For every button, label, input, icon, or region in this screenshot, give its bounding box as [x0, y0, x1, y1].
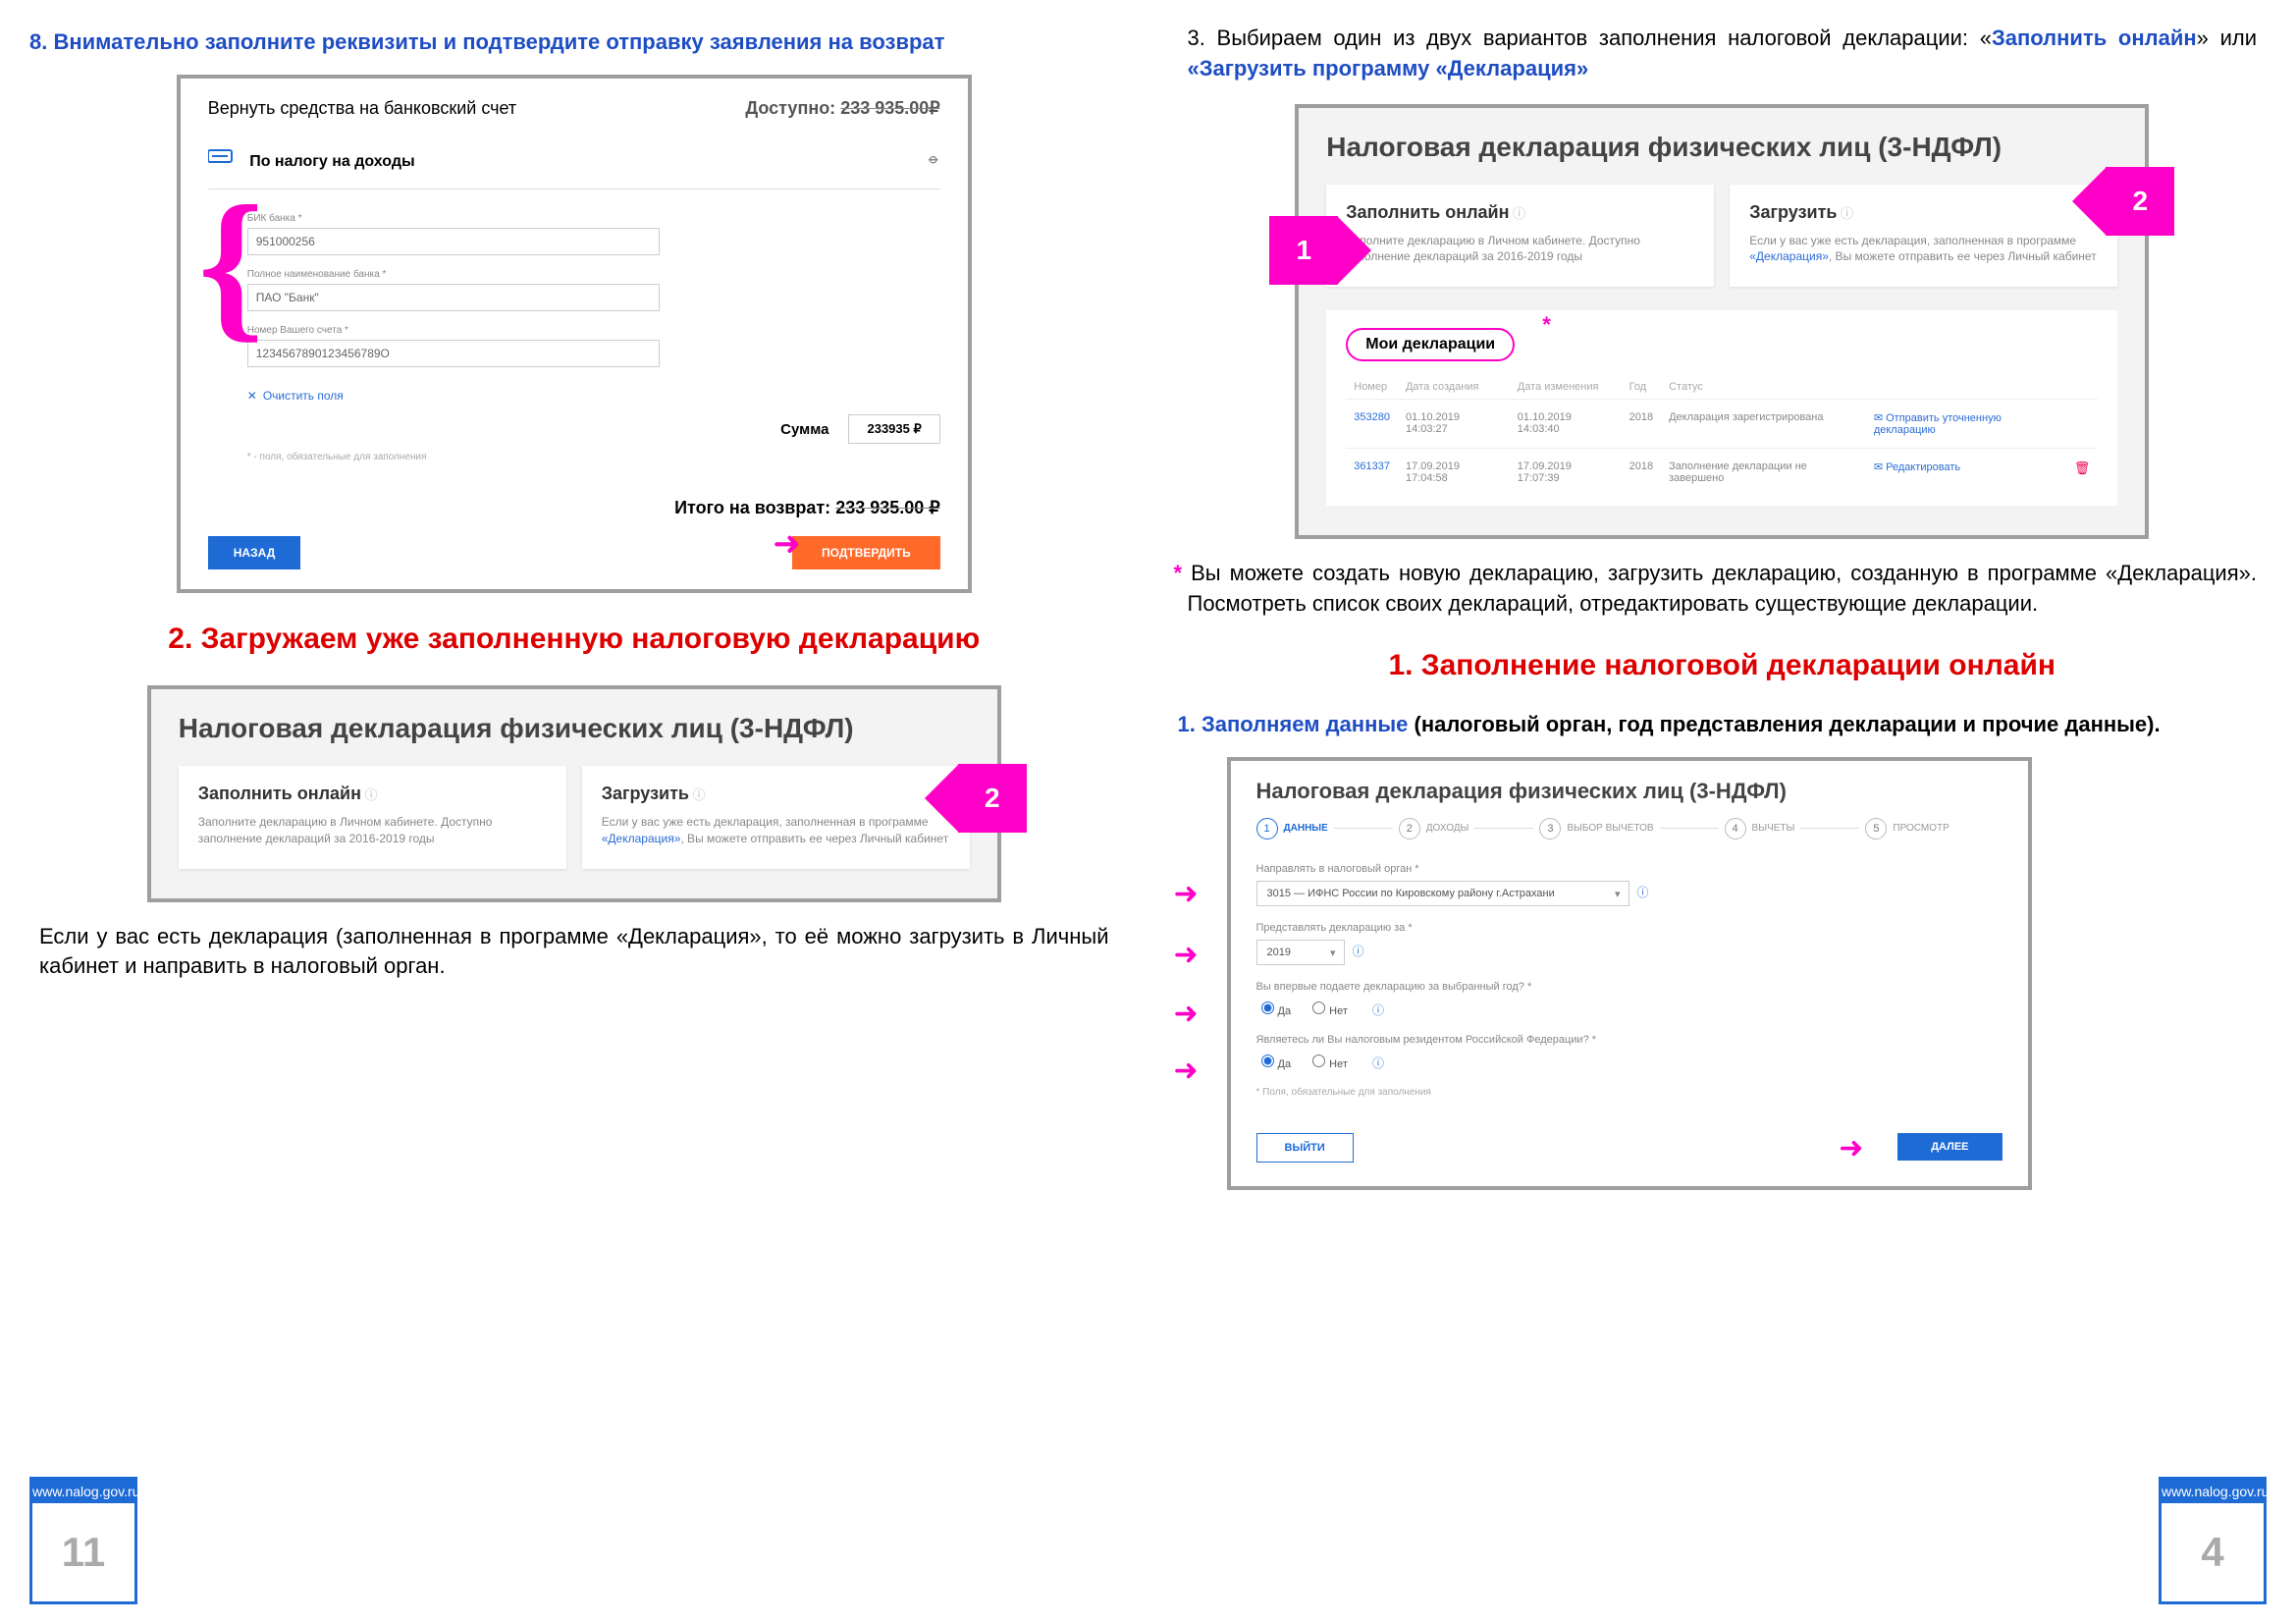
- total-value: 233 935.00 ₽: [835, 498, 940, 517]
- sub-step1: 1. Заполняем данные (налоговый орган, го…: [1178, 712, 2268, 737]
- arrow-icon: ➜: [1174, 877, 1199, 911]
- arrow-icon: ➜: [1174, 997, 1199, 1031]
- radio-yes-2[interactable]: [1261, 1055, 1274, 1067]
- sum-value: 233935 ₽: [848, 414, 939, 444]
- wizard-steps: 1ДАННЫЕ 2ДОХОДЫ 3ВЫБОР ВЫЧЕТОВ 4ВЫЧЕТЫ 5…: [1256, 818, 2002, 839]
- my-declarations-title: Мои декларации: [1346, 328, 1515, 361]
- card-upload-title-r: Загрузить: [1749, 202, 2098, 223]
- confirm-button[interactable]: ПОДТВЕРДИТЬ: [792, 536, 940, 569]
- section1-title: 1. Заполнение налоговой декларации онлай…: [1178, 649, 2268, 682]
- card-online-text: Заполните декларацию в Личном кабинете. …: [198, 814, 547, 847]
- mail-icon[interactable]: ✉: [1874, 461, 1886, 473]
- arrow-icon: ➜: [1174, 938, 1199, 972]
- collapse-icon[interactable]: ⦵: [927, 150, 939, 168]
- radio-no-2[interactable]: [1312, 1055, 1325, 1067]
- card-fill-online[interactable]: Заполнить онлайн Заполните декларацию в …: [179, 766, 566, 869]
- decl-title-r: Налоговая декларация физических лиц (3-Н…: [1326, 132, 2117, 163]
- arrow-icon: ➜: [1174, 1054, 1199, 1088]
- acct-input[interactable]: 1234567890123456789О: [247, 340, 660, 367]
- table-row[interactable]: 361337 17.09.2019 17:04:58 17.09.2019 17…: [1346, 449, 2098, 497]
- marker-2-right: 2: [2106, 167, 2174, 236]
- link-download-program: «Загрузить программу «Декларация»: [1188, 56, 1589, 81]
- decl-title: Налоговая декларация физических лиц (3-Н…: [179, 713, 970, 744]
- card-upload[interactable]: Загрузить Если у вас уже есть декларация…: [582, 766, 970, 869]
- right-page: 3. Выбираем один из двух вариантов запол…: [1178, 20, 2268, 1604]
- delete-icon[interactable]: [2066, 400, 2099, 449]
- marker-1: 1: [1269, 216, 1338, 285]
- marker-2-left: 2: [958, 764, 1027, 833]
- bank-input[interactable]: ПАО "Банк": [247, 284, 660, 311]
- wiz-l1: Направлять в налоговый орган *: [1256, 863, 2002, 875]
- card-fill-online-r[interactable]: Заполнить онлайн Заполните декларацию в …: [1326, 185, 1714, 288]
- available-label: Доступно:: [745, 98, 835, 118]
- back-button[interactable]: НАЗАД: [208, 536, 301, 569]
- page-badge-left: www.nalog.gov.ru 11: [29, 1477, 137, 1604]
- mail-icon[interactable]: ✉: [1874, 412, 1886, 424]
- card-upload-r[interactable]: Загрузить Если у вас уже есть декларация…: [1730, 185, 2117, 288]
- link-fill-online: Заполнить онлайн: [1992, 26, 2197, 50]
- table-header-row: НомерДата созданияДата измененияГодСтату…: [1346, 375, 2098, 400]
- wiz-l3: Вы впервые подаете декларацию за выбранн…: [1256, 981, 2002, 993]
- next-button[interactable]: ДАЛЕЕ: [1897, 1133, 2002, 1161]
- total-label: Итого на возврат:: [674, 498, 830, 517]
- highlight-arrow-icon: ➜: [773, 524, 801, 564]
- bank-return-panel: Вернуть средства на банковский счет Дост…: [177, 75, 972, 593]
- resident-radio[interactable]: Да Нет ⓘ: [1256, 1052, 2002, 1071]
- wiz-required-note: * Поля, обязательные для заполнения: [1256, 1087, 2002, 1098]
- info-icon[interactable]: ⓘ: [1372, 1056, 1384, 1070]
- badge-site: www.nalog.gov.ru: [32, 1480, 134, 1503]
- para-upload-info: Если у вас есть декларация (заполненная …: [39, 922, 1109, 983]
- declarations-table: НомерДата созданияДата измененияГодСтату…: [1346, 375, 2098, 496]
- card-upload-text-r: Если у вас уже есть декларация, заполнен…: [1749, 233, 2098, 266]
- declaration-panel-right: Налоговая декларация физических лиц (3-Н…: [1295, 104, 2149, 540]
- wiz-l2: Представлять декларацию за *: [1256, 922, 2002, 934]
- wiz-l4: Являетесь ли Вы налоговым резидентом Рос…: [1256, 1034, 2002, 1046]
- page-badge-right: www.nalog.gov.ru 4: [2159, 1477, 2267, 1604]
- bik-label: БИК банка *: [247, 213, 940, 224]
- star-ref: *: [1174, 561, 1183, 585]
- highlight-bracket: {: [198, 189, 264, 340]
- wiz-title: Налоговая декларация физических лиц (3-Н…: [1256, 779, 2002, 804]
- table-row[interactable]: 353280 01.10.2019 14:03:27 01.10.2019 14…: [1346, 400, 2098, 449]
- arrow-icon: ➜: [1839, 1131, 1863, 1165]
- radio-yes[interactable]: [1261, 1001, 1274, 1014]
- badge-num: 11: [32, 1503, 134, 1601]
- bik-input[interactable]: 951000256: [247, 228, 660, 255]
- card-upload-text: Если у вас уже есть декларация, заполнен…: [602, 814, 950, 847]
- year-select[interactable]: 2019: [1256, 940, 1345, 965]
- note-para: * Вы можете создать новую декларацию, за…: [1188, 559, 2258, 620]
- card-online-text-r: Заполните декларацию в Личном кабинете. …: [1346, 233, 1694, 266]
- tax-icon: [208, 146, 236, 166]
- info-icon[interactable]: ⓘ: [1353, 945, 1364, 958]
- left-page: 8. Внимательно заполните реквизиты и под…: [29, 20, 1119, 1604]
- declaration-panel-left: Налоговая декларация физических лиц (3-Н…: [147, 685, 1001, 902]
- available-value: 233 935.00₽: [840, 98, 940, 118]
- badge-site-r: www.nalog.gov.ru: [2162, 1480, 2264, 1503]
- info-icon[interactable]: ⓘ: [1637, 886, 1649, 899]
- clear-fields-link[interactable]: Очистить поля: [247, 389, 344, 403]
- tax-office-select[interactable]: 3015 — ИФНС России по Кировскому району …: [1256, 881, 1629, 906]
- wizard-panel: Налоговая декларация физических лиц (3-Н…: [1227, 757, 2032, 1190]
- delete-icon[interactable]: 🗑: [2066, 449, 2099, 497]
- my-declarations-block: * Мои декларации НомерДата созданияДата …: [1326, 310, 2117, 506]
- card-online-title: Заполнить онлайн: [198, 784, 547, 804]
- required-note: * - поля, обязательные для заполнения: [247, 452, 940, 462]
- badge-num-r: 4: [2162, 1503, 2264, 1601]
- step8-heading: 8. Внимательно заполните реквизиты и под…: [29, 29, 1119, 55]
- first-time-radio[interactable]: Да Нет ⓘ: [1256, 999, 2002, 1018]
- acct-label: Номер Вашего счета *: [247, 325, 940, 336]
- tax-label: По налогу на доходы: [249, 153, 414, 170]
- bank-label: Полное наименование банка *: [247, 269, 940, 280]
- sum-label: Сумма: [780, 421, 828, 438]
- exit-button[interactable]: ВЫЙТИ: [1256, 1133, 1354, 1163]
- star-marker: *: [1542, 312, 1551, 338]
- section2-title: 2. Загружаем уже заполненную налоговую д…: [29, 623, 1119, 656]
- return-title: Вернуть средства на банковский счет: [208, 98, 516, 119]
- radio-no[interactable]: [1312, 1001, 1325, 1014]
- info-icon[interactable]: ⓘ: [1372, 1003, 1384, 1017]
- card-online-title-r: Заполнить онлайн: [1346, 202, 1694, 223]
- step3-text: 3. Выбираем один из двух вариантов запол…: [1188, 24, 2258, 84]
- card-upload-title: Загрузить: [602, 784, 950, 804]
